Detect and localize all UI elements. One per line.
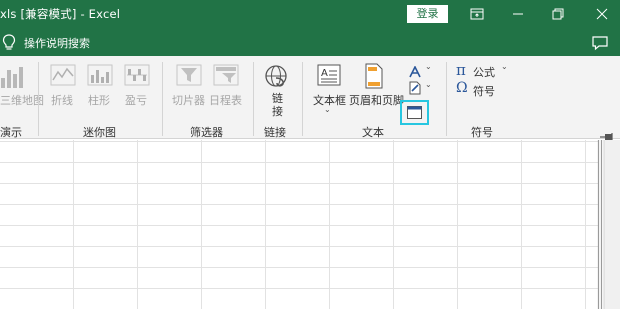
lightbulb-icon [2,34,16,55]
group-separator [253,62,254,136]
sparkline-line-icon [50,64,76,92]
omega-icon: Ω [456,80,468,96]
slicer-icon [176,64,202,92]
header-footer-button[interactable]: 页眉和页脚 [349,92,404,108]
equation-chevron-down-icon[interactable]: ⌄ [501,62,508,71]
sparkline-winloss-icon [124,64,150,92]
svg-text:A: A [321,68,328,79]
sparkline-column-icon [87,64,113,92]
login-button[interactable]: 登录 [407,5,448,23]
comments-icon[interactable] [591,35,609,55]
ribbon-display-options-icon[interactable] [467,4,487,24]
object-button[interactable] [400,100,429,125]
close-icon[interactable] [592,4,612,24]
window-title: xls [兼容模式] - Excel [0,7,121,21]
worksheet-grid[interactable] [0,140,620,309]
cell-gridlines [0,140,620,309]
wordart-chevron-down-icon[interactable]: ⌄ [425,62,432,71]
group-separator [302,62,303,136]
group-separator [38,62,39,136]
group-separator [446,62,447,136]
minimize-icon[interactable] [508,4,528,24]
slicer-button[interactable]: 切片器 [172,92,205,108]
sparkline-line-button[interactable]: 折线 [51,92,73,108]
timeline-button[interactable]: 日程表 [209,92,242,108]
timeline-icon [213,64,239,92]
textbox-icon: A [317,64,341,92]
group-label-sparklines: 迷你图 [83,126,116,139]
symbol-button[interactable]: 符号 [473,83,495,99]
group-label-symbols: 符号 [471,126,493,139]
3d-map-icon [0,64,26,94]
title-bar: xls [兼容模式] - Excel 登录 [0,0,620,29]
group-label-tours: 演示 [0,126,22,139]
link-button[interactable]: 链接 [272,92,285,118]
tell-me-bar: 操作说明搜索 [0,29,620,56]
group-label-filters: 筛选器 [190,126,223,139]
tell-me-search[interactable]: 操作说明搜索 [24,35,90,51]
group-label-text: 文本 [362,126,384,139]
textbox-chevron-down-icon[interactable]: ⌄ [324,105,331,114]
signature-chevron-down-icon[interactable]: ⌄ [425,80,432,89]
link-icon [264,64,288,92]
pi-icon: π [456,61,466,79]
signature-line-icon[interactable] [408,80,422,99]
group-label-links: 链接 [264,126,286,139]
restore-icon[interactable] [548,4,568,24]
sparkline-column-button[interactable]: 柱形 [88,92,110,108]
sparkline-winloss-button[interactable]: 盈亏 [125,92,147,108]
equation-button[interactable]: 公式 [473,64,495,80]
header-footer-icon [364,63,384,93]
ribbon-insert-tab: 三维地图 演示 折线 柱形 盈亏 迷你图 切片器 日程表 筛选器 链接 链接 A… [0,56,620,141]
group-separator [162,62,163,136]
